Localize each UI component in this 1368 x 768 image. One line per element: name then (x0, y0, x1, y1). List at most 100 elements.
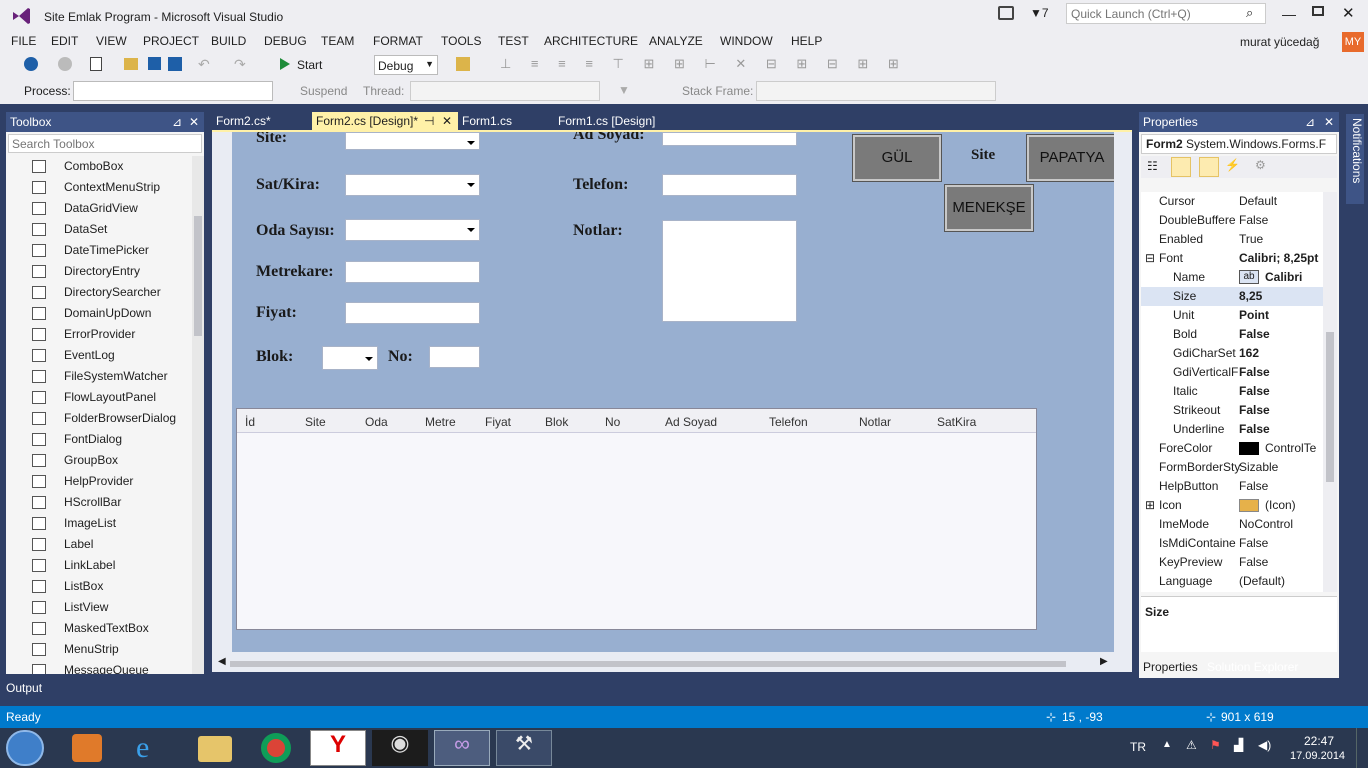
open-icon[interactable] (124, 58, 138, 70)
property-row[interactable]: DoubleBuffere False (1141, 211, 1323, 230)
property-row[interactable]: KeyPreview False (1141, 553, 1323, 572)
toolbox-item[interactable]: ListView (6, 597, 196, 618)
input-no[interactable] (429, 346, 480, 368)
hscroll-thumb[interactable] (230, 661, 1066, 667)
categorized-icon[interactable]: ☷ (1147, 159, 1158, 173)
user-avatar[interactable]: MY (1342, 32, 1364, 52)
show-desktop-button[interactable] (1356, 728, 1368, 768)
filter-icon[interactable]: ▼ (618, 83, 630, 97)
toolbox-item[interactable]: ContextMenuStrip (6, 177, 196, 198)
input-notlar[interactable] (662, 220, 797, 322)
property-row[interactable]: Strikeout False (1141, 401, 1323, 420)
toolbox-item[interactable]: FontDialog (6, 429, 196, 450)
ie-icon[interactable]: e (136, 732, 168, 764)
find-icon[interactable] (456, 57, 470, 71)
layout-tools-icons[interactable]: ⊥ ≡ ≡ ≡ ⊤ ⊞ ⊞ ⊢ ✕ ⊟ ⊞ ⊟ ⊞ ⊞ (500, 56, 907, 72)
object-selector[interactable]: Form2 System.Windows.Forms.F (1141, 134, 1337, 154)
property-row[interactable]: HelpButton False (1141, 477, 1323, 496)
col-metre[interactable]: Metre (425, 415, 456, 429)
combo-site[interactable] (345, 132, 480, 150)
input-fiyat[interactable] (345, 302, 480, 324)
thread-select[interactable] (410, 81, 600, 101)
flag-icon[interactable]: ▼7 (1030, 6, 1049, 20)
close-button[interactable]: ✕ (1342, 4, 1355, 22)
toolbox-item[interactable]: ComboBox (6, 156, 196, 177)
property-row[interactable]: GdiCharSet 162 (1141, 344, 1323, 363)
tab-form1-design[interactable]: Form1.cs [Design] (554, 112, 684, 130)
property-row[interactable]: FormBorderSty Sizable (1141, 458, 1323, 477)
button-papatya[interactable]: PAPATYA (1026, 134, 1114, 182)
property-row[interactable]: Unit Point (1141, 306, 1323, 325)
config-select[interactable]: Debug ▼ (374, 55, 438, 75)
toolbox-item[interactable]: ImageList (6, 513, 196, 534)
property-value[interactable]: NoControl (1239, 515, 1293, 534)
toolbox-item[interactable]: EventLog (6, 345, 196, 366)
menu-format[interactable]: FORMAT (373, 34, 423, 48)
property-value[interactable]: False (1239, 420, 1270, 439)
save-all-icon[interactable] (168, 57, 182, 71)
solution-explorer-tab[interactable]: Solution Explorer (1201, 658, 1319, 678)
undo-icon[interactable]: ↶ (198, 56, 210, 73)
maximize-button[interactable] (1312, 6, 1324, 16)
col-id[interactable]: İd (245, 415, 255, 429)
property-row[interactable]: Language (Default) (1141, 572, 1323, 591)
clock-date[interactable]: 17.09.2014 (1290, 750, 1345, 762)
property-row[interactable]: Enabled True (1141, 230, 1323, 249)
properties-close-icon[interactable]: ✕ (1324, 112, 1334, 132)
new-project-icon[interactable] (90, 57, 102, 71)
quick-launch-input[interactable] (1066, 3, 1266, 24)
property-value[interactable]: Default (1239, 192, 1277, 211)
col-telefon[interactable]: Telefon (769, 415, 808, 429)
property-row[interactable]: Icon (Icon) ⊞ (1141, 496, 1323, 515)
property-value[interactable]: (Default) (1239, 572, 1285, 591)
combo-blok[interactable] (322, 346, 378, 370)
menu-tools[interactable]: TOOLS (441, 34, 481, 48)
col-site[interactable]: Site (305, 415, 326, 429)
property-value[interactable]: Calibri (1265, 268, 1302, 287)
process-select[interactable] (73, 81, 273, 101)
property-value[interactable]: Sizable (1239, 458, 1278, 477)
user-name[interactable]: murat yücedağ (1240, 35, 1319, 49)
back-icon[interactable] (24, 57, 38, 71)
media-player-icon[interactable] (72, 734, 102, 762)
menu-test[interactable]: TEST (498, 34, 529, 48)
save-icon[interactable] (148, 57, 161, 70)
yandex-icon[interactable]: Y (310, 730, 366, 766)
menu-build[interactable]: BUILD (211, 34, 246, 48)
redo-icon[interactable]: ↷ (234, 56, 246, 73)
toolbox-item[interactable]: HelpProvider (6, 471, 196, 492)
toolbox-item[interactable]: LinkLabel (6, 555, 196, 576)
notification-icon[interactable] (998, 6, 1014, 20)
start-icon[interactable] (280, 58, 290, 70)
col-notlar[interactable]: Notlar (859, 415, 891, 429)
toolbox-scrollbar[interactable] (192, 156, 204, 674)
toolbox-item[interactable]: DirectoryEntry (6, 261, 196, 282)
col-satkira[interactable]: SatKira (937, 415, 976, 429)
tab-close-icon[interactable]: ✕ (442, 112, 452, 130)
menu-debug[interactable]: DEBUG (264, 34, 307, 48)
toolbox-item[interactable]: HScrollBar (6, 492, 196, 513)
property-row[interactable]: ForeColor ControlTe (1141, 439, 1323, 458)
property-value[interactable]: 162 (1239, 344, 1259, 363)
property-value[interactable]: Calibri; 8,25pt (1239, 249, 1318, 268)
toolbox-item[interactable]: MenuStrip (6, 639, 196, 660)
property-value[interactable]: False (1239, 401, 1270, 420)
property-row[interactable]: GdiVerticalF False (1141, 363, 1323, 382)
col-fiyat[interactable]: Fiyat (485, 415, 511, 429)
scroll-left-icon[interactable]: ◀ (218, 656, 226, 667)
property-value[interactable]: (Icon) (1265, 496, 1296, 515)
menu-edit[interactable]: EDIT (51, 34, 78, 48)
menu-project[interactable]: PROJECT (143, 34, 199, 48)
menu-analyze[interactable]: ANALYZE (649, 34, 703, 48)
property-value[interactable]: False (1239, 382, 1270, 401)
property-row[interactable]: Cursor Default (1141, 192, 1323, 211)
start-orb-icon[interactable] (6, 730, 44, 766)
property-value[interactable]: False (1239, 553, 1268, 572)
action-center-icon[interactable]: ⚑ (1210, 738, 1221, 752)
combo-oda[interactable] (345, 219, 480, 241)
toolbox-item[interactable]: FlowLayoutPanel (6, 387, 196, 408)
property-value[interactable]: False (1239, 325, 1270, 344)
toolbox-item[interactable]: FileSystemWatcher (6, 366, 196, 387)
minimize-button[interactable]: — (1282, 6, 1296, 22)
toolbox-item[interactable]: GroupBox (6, 450, 196, 471)
